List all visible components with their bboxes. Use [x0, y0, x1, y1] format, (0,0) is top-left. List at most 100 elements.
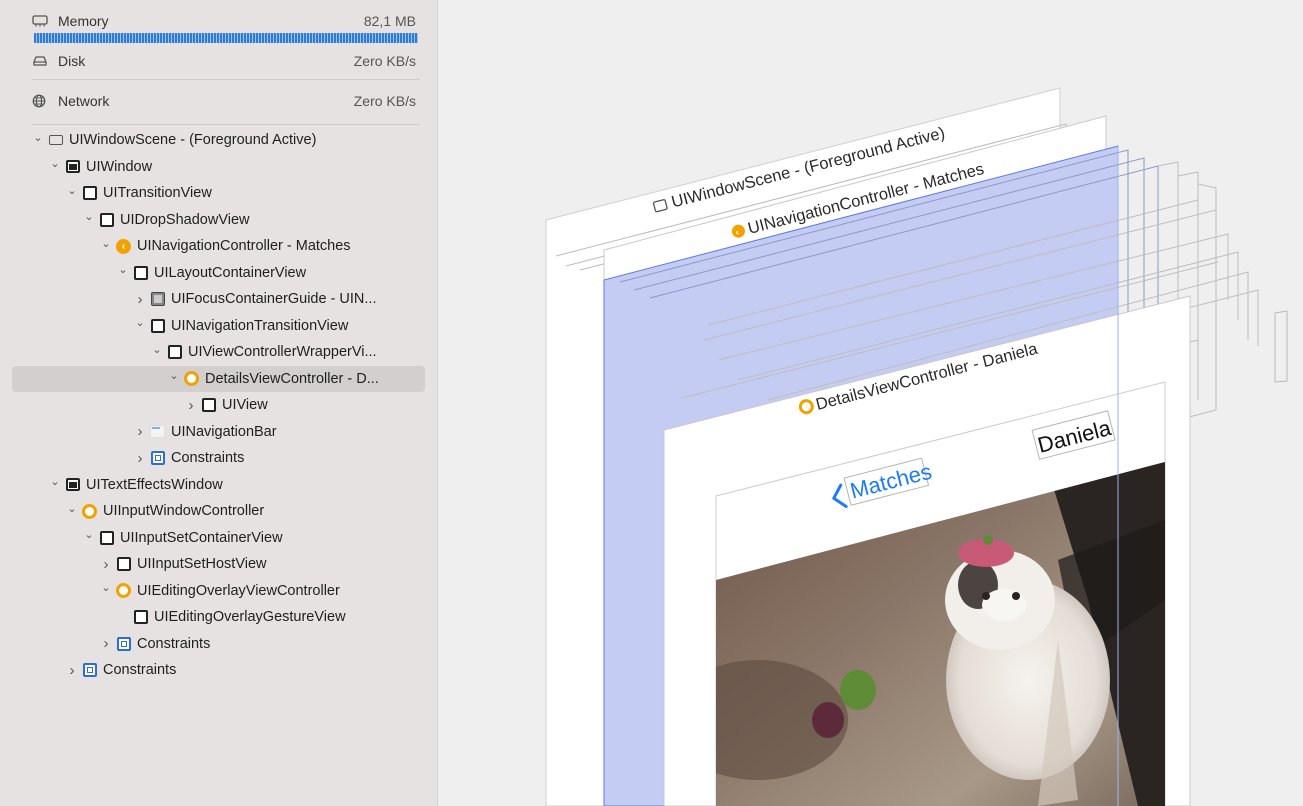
disclosure-open-icon[interactable]: ⌄: [151, 343, 163, 356]
disclosure-closed-icon[interactable]: ›: [134, 423, 146, 440]
view-icon: [99, 530, 114, 545]
disclosure-open-icon[interactable]: ⌄: [49, 475, 61, 488]
view-icon: [133, 610, 148, 625]
disclosure-open-icon[interactable]: ⌄: [66, 184, 78, 197]
disk-value: Zero KB/s: [353, 53, 416, 69]
view-icon: [133, 265, 148, 280]
tree-row-label: Constraints: [103, 662, 177, 679]
constraints-icon: [116, 636, 131, 651]
disclosure-open-icon[interactable]: ⌄: [49, 157, 61, 170]
tree-row-label: UIInputWindowController: [103, 503, 265, 520]
disclosure-open-icon[interactable]: ⌄: [117, 263, 129, 276]
disclosure-open-icon[interactable]: ⌄: [100, 237, 112, 250]
disk-label: Disk: [58, 53, 86, 69]
memory-usage-bar: [34, 33, 418, 43]
view-controller-icon: [184, 371, 199, 387]
tree-row[interactable]: ⌄ UIInputSetContainerView: [0, 525, 438, 552]
disk-gauge-row[interactable]: Disk Zero KB/s: [32, 50, 416, 72]
tree-row[interactable]: › UIView: [0, 392, 438, 419]
disclosure-open-icon[interactable]: ⌄: [32, 131, 44, 144]
network-value: Zero KB/s: [353, 93, 416, 109]
disclosure-open-icon[interactable]: ⌄: [66, 502, 78, 515]
view-icon: [201, 398, 216, 413]
memory-chip-icon: [32, 14, 52, 28]
tree-row-label: DetailsViewController - D...: [205, 370, 379, 387]
tree-row[interactable]: › Constraints: [0, 657, 438, 684]
tree-row[interactable]: › UIInputSetHostView: [0, 551, 438, 578]
scene-icon: [48, 133, 63, 148]
tree-row-label: UINavigationController - Matches: [137, 238, 351, 255]
disclosure-closed-icon[interactable]: ›: [134, 450, 146, 467]
tree-row-label: UIFocusContainerGuide - UIN...: [171, 291, 377, 308]
tree-row-label: UITransitionView: [103, 185, 212, 202]
tree-row[interactable]: ⌄ UIEditingOverlayViewController: [0, 578, 438, 605]
tree-row-label: Constraints: [137, 635, 211, 652]
disclosure-closed-icon[interactable]: ›: [100, 635, 112, 652]
tree-row[interactable]: › Constraints: [0, 631, 438, 658]
exploded-layer-view[interactable]: UIWindowScene - (Foreground Active) ‹ UI…: [438, 0, 1303, 806]
disclosure-closed-icon[interactable]: ›: [66, 662, 78, 679]
memory-gauge-row[interactable]: Memory 82,1 MB: [32, 10, 416, 32]
disclosure-open-icon[interactable]: ⌄: [134, 316, 146, 329]
tree-row[interactable]: ⌄ UINavigationTransitionView: [0, 313, 438, 340]
view-hierarchy-tree: ⌄ UIWindowScene - (Foreground Active) ⌄ UIW…: [0, 127, 438, 684]
memory-label: Memory: [58, 13, 109, 29]
tree-row-label: UIWindowScene - (Foreground Active): [69, 132, 317, 149]
constraints-icon: [150, 451, 165, 466]
view-icon: [116, 557, 131, 572]
tree-row[interactable]: UIEditingOverlayGestureView: [0, 604, 438, 631]
constraints-icon: [82, 663, 97, 678]
view-controller-icon: [82, 503, 97, 519]
network-gauge-row[interactable]: Network Zero KB/s: [32, 90, 416, 112]
tree-row[interactable]: › Constraints: [0, 445, 438, 472]
disclosure-closed-icon[interactable]: ›: [185, 397, 197, 414]
navigation-controller-icon: ‹: [116, 238, 131, 254]
tree-row[interactable]: ⌄ UILayoutContainerView: [0, 260, 438, 287]
memory-usage-bar-fill: [34, 33, 418, 43]
tree-row[interactable]: ⌄ UIDropShadowView: [0, 207, 438, 234]
tree-row[interactable]: ⌄ ‹ UINavigationController - Matches: [0, 233, 438, 260]
tree-row-label: UINavigationBar: [171, 423, 277, 440]
tree-row-label: UIEditingOverlayGestureView: [154, 609, 346, 626]
network-label: Network: [58, 93, 110, 109]
tree-row[interactable]: ⌄ DetailsViewController - D...: [12, 365, 425, 392]
tree-row-label: Constraints: [171, 450, 245, 467]
tree-row[interactable]: ⌄ UIViewControllerWrapperVi...: [0, 339, 438, 366]
disclosure-open-icon[interactable]: ⌄: [100, 581, 112, 594]
tree-row[interactable]: ⌄ UIInputWindowController: [0, 498, 438, 525]
tree-row-label: UIEditingOverlayViewController: [137, 582, 340, 599]
view-controller-icon: [116, 583, 131, 599]
tree-row[interactable]: ⌄ UIWindowScene - (Foreground Active): [0, 127, 438, 154]
disclosure-closed-icon[interactable]: ›: [100, 556, 112, 573]
tree-row-label: UIViewControllerWrapperVi...: [188, 344, 377, 361]
disk-drive-icon: [32, 54, 52, 68]
view-debugger-canvas[interactable]: UIWindowScene - (Foreground Active) ‹ UI…: [438, 0, 1303, 806]
tree-row-label: UIView: [222, 397, 268, 414]
window-icon: [65, 159, 80, 174]
tree-row[interactable]: › UIFocusContainerGuide - UIN...: [0, 286, 438, 313]
view-icon: [150, 318, 165, 333]
view-icon: [82, 186, 97, 201]
layer-frame[interactable]: [1274, 310, 1288, 383]
disclosure-open-icon[interactable]: ⌄: [83, 528, 95, 541]
disclosure-open-icon[interactable]: ⌄: [168, 369, 180, 382]
tree-row[interactable]: ⌄ UITransitionView: [0, 180, 438, 207]
tree-row-label: UIDropShadowView: [120, 211, 250, 228]
gauge-divider: [32, 79, 420, 80]
debug-navigator-panel: Memory 82,1 MB Disk Zero KB/s Network Ze…: [0, 0, 438, 806]
tree-row[interactable]: ⌄ UIWindow: [0, 154, 438, 181]
tree-divider: [32, 124, 420, 125]
focus-guide-icon: [150, 292, 165, 307]
tree-row-label: UINavigationTransitionView: [171, 317, 349, 334]
tree-row-label: UITextEffectsWindow: [86, 476, 223, 493]
tree-row-label: UIInputSetHostView: [137, 556, 267, 573]
tree-row-label: UILayoutContainerView: [154, 264, 307, 281]
tree-row[interactable]: › UINavigationBar: [0, 419, 438, 446]
tree-row-label: UIWindow: [86, 158, 153, 175]
network-globe-icon: [32, 94, 52, 108]
view-icon: [167, 345, 182, 360]
disclosure-open-icon[interactable]: ⌄: [83, 210, 95, 223]
memory-value: 82,1 MB: [363, 13, 416, 29]
disclosure-closed-icon[interactable]: ›: [134, 291, 146, 308]
tree-row[interactable]: ⌄ UITextEffectsWindow: [0, 472, 438, 499]
